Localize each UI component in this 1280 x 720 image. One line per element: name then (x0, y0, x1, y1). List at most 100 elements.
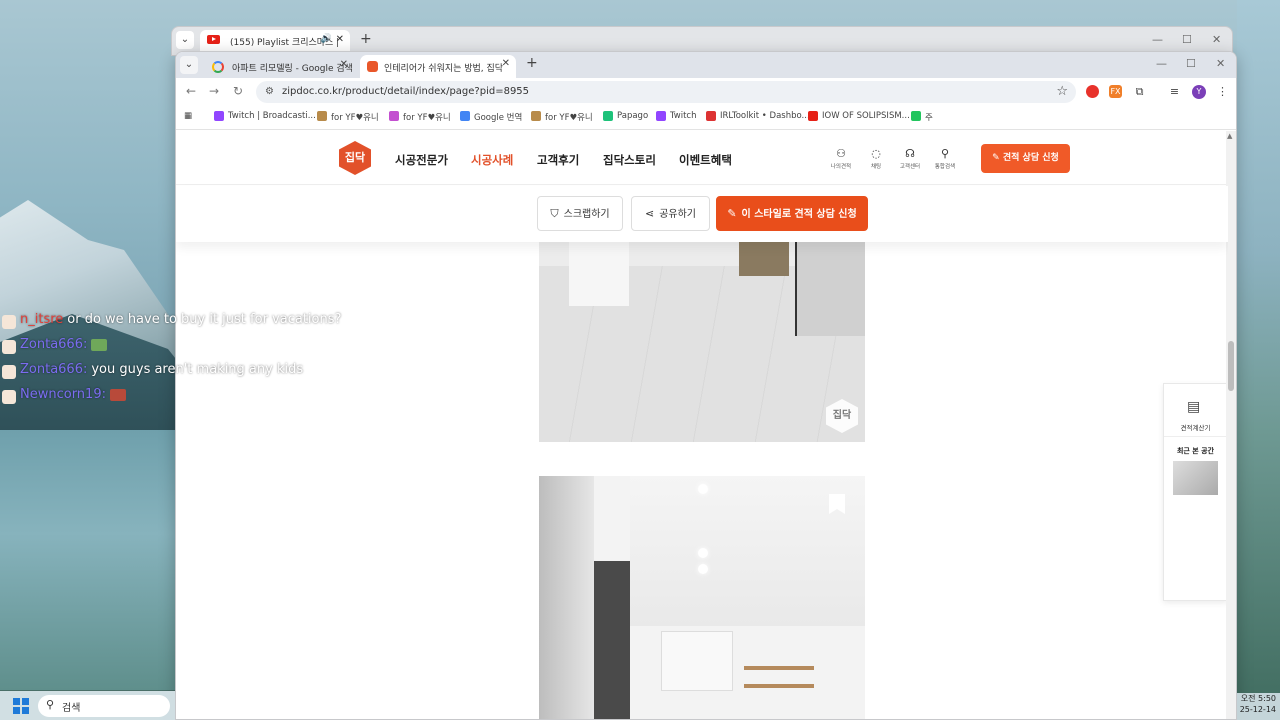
close-tab-icon[interactable]: ✕ (502, 58, 510, 69)
chat-icon: ◌ (871, 147, 881, 160)
chat-avatar (2, 315, 16, 329)
bookmark-star-icon[interactable]: ☆ (1056, 84, 1068, 99)
my-estimate-button[interactable]: ⚇ 나의견적 (826, 147, 856, 170)
zipdoc-logo[interactable]: 집닥 (339, 141, 371, 175)
site-info-icon[interactable]: ⚙ (265, 86, 274, 97)
photo-doorway (594, 561, 630, 719)
close-window-icon[interactable]: ✕ (1212, 33, 1221, 46)
chat-message: Zonta666: (0, 337, 360, 362)
forward-icon[interactable]: → (209, 84, 219, 98)
close-tab-icon[interactable]: ✕ (340, 59, 348, 70)
close-tab-icon[interactable]: ✕ (336, 34, 344, 45)
scroll-up-icon[interactable]: ▲ (1227, 132, 1232, 140)
pencil-icon: ✎ (992, 153, 1003, 163)
tab-zipdoc[interactable]: 인테리어가 쉬워지는 방법, 집닥 ✕ (360, 55, 516, 78)
estimate-request-button[interactable]: ✎ 견적 상담 신청 (981, 144, 1070, 173)
stream-chat-overlay: n_itsre or do we have to buy it just for … (0, 312, 360, 412)
bookmark-item[interactable]: Twitch (656, 111, 697, 121)
address-bar[interactable]: ⚙ zipdoc.co.kr/product/detail/index/page… (256, 81, 1076, 103)
chat-avatar (2, 365, 16, 379)
taskbar: ⚲ 검색 (0, 691, 175, 720)
chat-username: Newncorn19: (20, 387, 106, 402)
ceiling-light (698, 484, 708, 494)
bookmark-item[interactable]: Papago (603, 111, 648, 121)
ceiling-light (698, 564, 708, 574)
divider (1164, 436, 1227, 437)
extension-icon[interactable] (1086, 85, 1099, 98)
search-button[interactable]: ⚲ 통합검색 (930, 147, 960, 170)
maximize-icon[interactable]: ☐ (1186, 57, 1196, 70)
scrollbar-thumb[interactable] (1228, 341, 1234, 391)
photo-shelf (744, 684, 814, 688)
chat-text: you guys aren't making any kids (91, 362, 304, 377)
nav-item-events[interactable]: 이벤트혜택 (679, 152, 732, 168)
chat-emote (109, 388, 126, 401)
taskbar-clock[interactable]: 오전 5:50 25-12-14 (1237, 693, 1280, 720)
apps-icon[interactable]: ▦ (184, 111, 192, 121)
bookmark-item[interactable]: for YF♥유니 (317, 111, 379, 123)
chat-username: Zonta666: (20, 337, 88, 352)
recent-spaces-label: 최근 본 공간 (1176, 447, 1215, 455)
media-control-icon[interactable]: ≡ (1168, 85, 1181, 98)
profile-avatar[interactable]: Y (1192, 85, 1206, 99)
minimize-icon[interactable]: — (1152, 33, 1163, 46)
bookmark-item[interactable]: for YF♥유니 (389, 111, 451, 123)
tab-search-button[interactable]: ⌄ (180, 56, 198, 74)
back-icon[interactable]: ← (186, 84, 196, 98)
maximize-icon[interactable]: ☐ (1182, 33, 1192, 46)
nav-item-experts[interactable]: 시공전문가 (395, 152, 448, 168)
chat-avatar (2, 340, 16, 354)
bookmark-item[interactable]: IRLToolkit • Dashbo... (706, 111, 810, 121)
bookmarks-bar: ▦ Twitch | Broadcasti... for YF♥유니 for Y… (176, 106, 1236, 130)
tab-google[interactable]: 아파트 리모델링 - Google 검색 ✕ (204, 56, 354, 78)
support-button[interactable]: ☊ 고객센터 (895, 147, 925, 170)
bookmark-icon: ⛉ (550, 207, 559, 220)
chat-emote (91, 338, 108, 351)
nav-item-reviews[interactable]: 고객후기 (537, 152, 579, 168)
bookmark-item[interactable]: for YF♥유니 (531, 111, 593, 123)
calculator-icon[interactable]: ▤ (1187, 399, 1200, 415)
reload-icon[interactable]: ↻ (233, 84, 243, 98)
url-text: zipdoc.co.kr/product/detail/index/page?p… (282, 86, 530, 97)
scrap-button[interactable]: ⛉ 스크랩하기 (537, 196, 623, 231)
new-tab-button[interactable]: + (526, 55, 538, 71)
chat-avatar (2, 390, 16, 404)
extension-icon[interactable]: FX (1109, 85, 1122, 98)
user-icon: ⚇ (836, 147, 846, 160)
estimate-calculator-label[interactable]: 견적계산기 (1164, 422, 1227, 432)
chat-message: Newncorn19: (0, 387, 360, 412)
windows-start-icon[interactable] (13, 698, 29, 714)
toolbar: ← → ↻ ⚙ zipdoc.co.kr/product/detail/inde… (176, 78, 1236, 106)
chat-message: Zonta666: you guys aren't making any kids (0, 362, 360, 387)
extensions-puzzle-icon[interactable]: ⧉ (1133, 85, 1146, 98)
nav-item-story[interactable]: 집닥스토리 (603, 152, 656, 168)
taskbar-search[interactable]: ⚲ 검색 (38, 695, 170, 717)
chat-button[interactable]: ◌ 채팅 (861, 147, 891, 170)
tab-search-button[interactable]: ⌄ (176, 31, 194, 49)
bookmark-item[interactable]: Google 번역 (460, 111, 522, 123)
bookmark-item[interactable]: 주 (911, 111, 933, 123)
close-window-icon[interactable]: ✕ (1216, 57, 1225, 70)
desktop-right-strip (1237, 0, 1280, 720)
tab-title: 인테리어가 쉬워지는 방법, 집닥 (384, 64, 504, 74)
quick-side-widget: ▤ 견적계산기 최근 본 공간 (1163, 383, 1228, 601)
new-tab-button[interactable]: + (360, 31, 372, 47)
case-photo-kitchen[interactable] (539, 476, 865, 719)
photo-door (739, 236, 789, 276)
bookmark-item[interactable]: Twitch | Broadcasti... (214, 111, 316, 121)
zipdoc-favicon-icon (367, 61, 378, 72)
minimize-icon[interactable]: — (1156, 57, 1167, 70)
bookmark-item[interactable]: IOW OF SOLIPSISM... (808, 111, 910, 121)
tab-title: 아파트 리모델링 - Google 검색 (232, 64, 353, 74)
audio-icon[interactable]: 🔊 (321, 34, 332, 44)
search-icon: ⚲ (46, 698, 55, 711)
menu-icon[interactable]: ⋮ (1216, 85, 1229, 98)
share-button[interactable]: ⋖ 공유하기 (631, 196, 710, 231)
recent-space-thumbnail[interactable] (1173, 461, 1218, 495)
style-consult-button[interactable]: ✎ 이 스타일로 견적 상담 신청 (716, 196, 868, 231)
back-tab-youtube[interactable]: (155) Playlist 크리스마스 | 🔊 ✕ (200, 30, 350, 53)
youtube-icon (207, 35, 220, 44)
pencil-icon: ✎ (727, 207, 737, 220)
nav-item-cases[interactable]: 시공사례 (471, 152, 513, 168)
google-icon (212, 61, 224, 73)
